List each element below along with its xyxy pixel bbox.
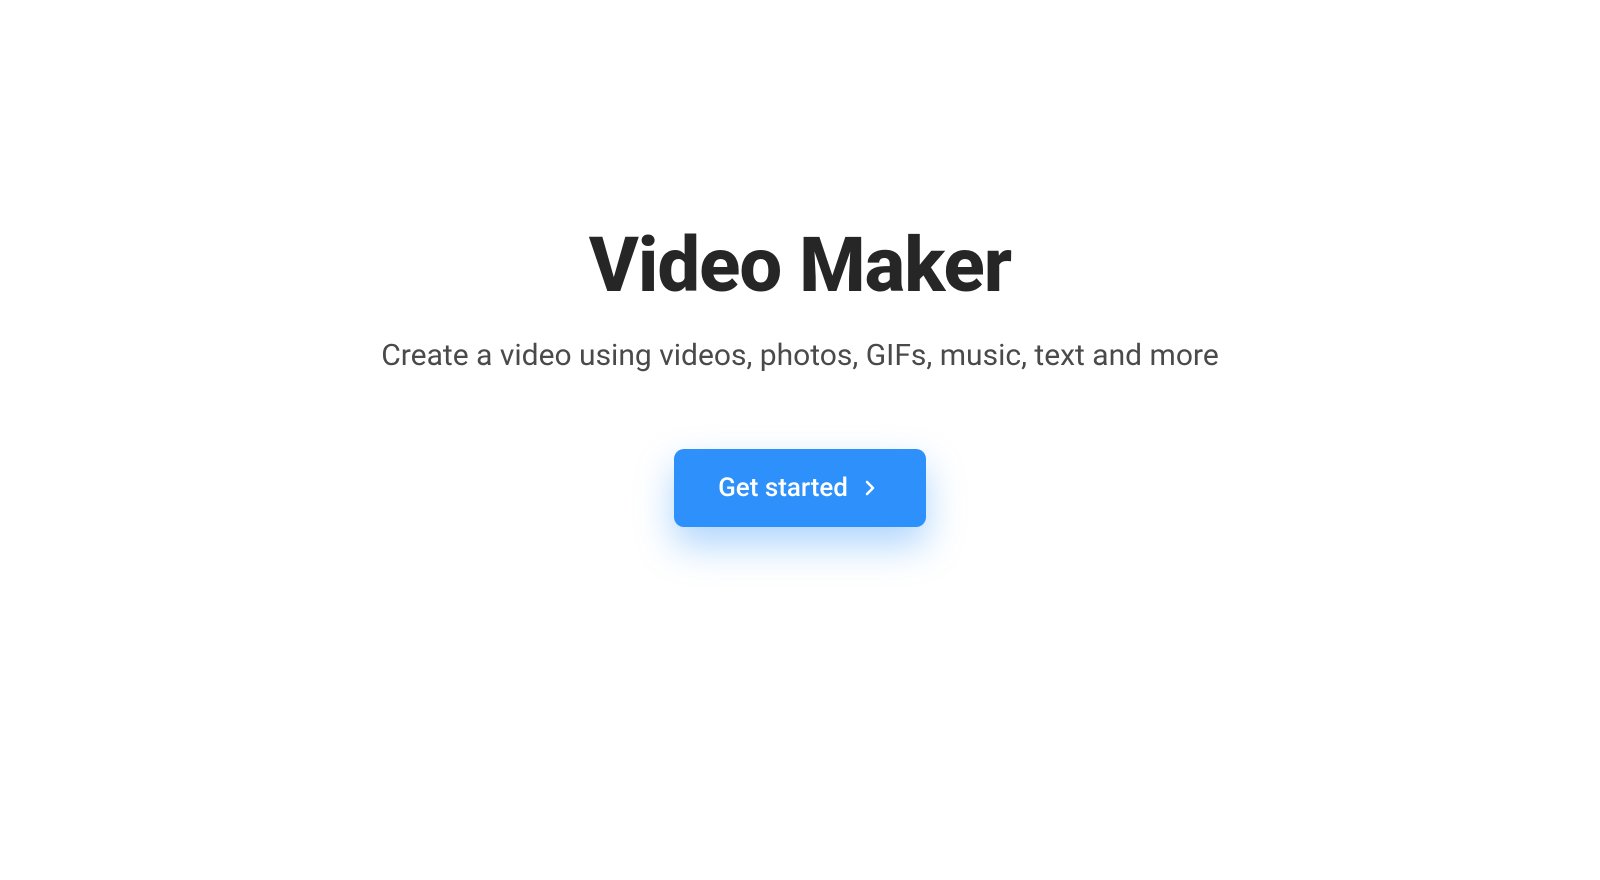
get-started-label: Get started	[718, 473, 848, 503]
hero-title: Video Maker	[589, 220, 1011, 310]
hero-subtitle: Create a video using videos, photos, GIF…	[381, 338, 1218, 373]
get-started-button[interactable]: Get started	[674, 449, 926, 527]
chevron-right-icon	[858, 476, 882, 500]
